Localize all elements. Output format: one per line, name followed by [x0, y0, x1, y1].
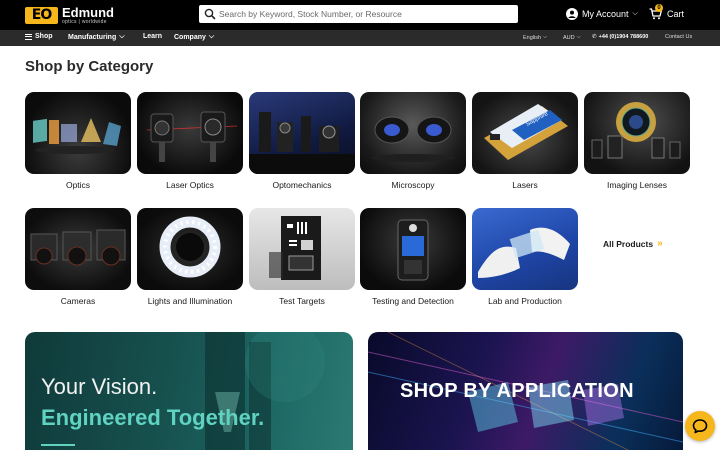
nav-company[interactable]: Company ⌵: [174, 33, 214, 41]
user-icon: [566, 8, 578, 20]
phone-icon: ✆: [592, 34, 597, 40]
imaging-lenses-image: [584, 92, 690, 174]
optics-image: [25, 92, 131, 174]
language-label: English: [523, 34, 542, 41]
nav-manufacturing[interactable]: Manufacturing ⌵: [68, 33, 125, 41]
category-lab-production[interactable]: Lab and Production: [472, 208, 578, 306]
cameras-image: [25, 208, 131, 290]
microscopy-image: [360, 92, 466, 174]
currency-label: AUD: [563, 34, 575, 41]
all-products-link[interactable]: All Products »: [603, 238, 663, 249]
lights-image: [137, 208, 243, 290]
test-targets-image: [249, 208, 355, 290]
lasers-image: Sapphire: [472, 92, 578, 174]
chevron-down-icon: ⌵: [208, 33, 215, 40]
category-label: Testing and Detection: [372, 296, 454, 306]
my-account-label: My Account: [582, 9, 629, 19]
category-label: Optics: [65, 180, 91, 190]
nav-learn[interactable]: Learn: [143, 33, 162, 40]
nav-shop[interactable]: Shop: [25, 33, 53, 40]
chat-icon: [692, 419, 708, 434]
main-nav: Shop Manufacturing ⌵ Learn Company ⌵ Eng…: [0, 30, 720, 46]
top-header: EO Edmund optics | worldwide My Account …: [0, 0, 720, 30]
nav-company-label: Company: [174, 33, 206, 41]
category-optomechanics[interactable]: Optomechanics: [249, 92, 355, 190]
banner-line-1: Your Vision.: [41, 374, 158, 399]
all-products-label: All Products: [603, 238, 654, 249]
contact-us-link[interactable]: Contact Us: [665, 34, 692, 40]
category-imaging-lenses[interactable]: Imaging Lenses: [584, 92, 690, 190]
search-bar[interactable]: [199, 5, 518, 23]
nav-shop-label: Shop: [35, 33, 53, 40]
phone-link[interactable]: ✆ +44 (0)1904 788600: [592, 34, 648, 40]
category-label: Imaging Lenses: [606, 180, 667, 190]
search-input[interactable]: [219, 9, 509, 19]
chevron-down-icon: ⌵: [576, 34, 581, 40]
category-microscopy[interactable]: Microscopy: [360, 92, 466, 190]
phone-number: +44 (0)1904 788600: [598, 34, 649, 40]
category-cameras[interactable]: Cameras: [25, 208, 131, 306]
chevron-down-icon: ⌵: [543, 34, 548, 40]
optomechanics-image: [249, 92, 355, 174]
logo-name: Edmund: [62, 5, 114, 20]
chevron-down-icon: ⌵: [119, 33, 125, 40]
category-label: Cameras: [60, 296, 96, 306]
nav-learn-label: Learn: [143, 33, 163, 40]
logo-tagline: optics | worldwide: [62, 19, 107, 25]
cart-label: Cart: [667, 9, 685, 19]
page-title: Shop by Category: [25, 58, 154, 75]
banner-title: SHOP BY APPLICATION: [400, 380, 634, 402]
category-label: Laser Optics: [166, 180, 214, 190]
my-account-menu[interactable]: My Account ⌵: [566, 8, 638, 20]
banner-line-2: Engineered Together.: [41, 405, 265, 430]
laser-optics-image: [137, 92, 243, 174]
category-lights[interactable]: Lights and Illumination: [137, 208, 243, 306]
edmund-logo[interactable]: EO Edmund optics | worldwide: [25, 6, 114, 25]
chevron-down-icon: ⌵: [632, 10, 638, 17]
testing-image: [360, 208, 466, 290]
engineered-together-banner[interactable]: Your Vision. Engineered Together.: [25, 332, 353, 450]
logo-mark: EO: [25, 7, 58, 24]
category-label: Optomechanics: [272, 180, 332, 190]
cart-button[interactable]: 0 Cart: [649, 4, 685, 20]
category-lasers[interactable]: Sapphire Lasers: [472, 92, 578, 190]
currency-selector[interactable]: AUD ⌵: [563, 34, 581, 41]
language-selector[interactable]: English ⌵: [523, 34, 547, 41]
category-optics[interactable]: Optics: [25, 92, 131, 190]
double-chevron-right-icon: »: [657, 238, 663, 249]
category-testing-detection[interactable]: Testing and Detection: [360, 208, 466, 306]
category-label: Test Targets: [279, 296, 325, 306]
category-label: Lights and Illumination: [147, 296, 233, 306]
category-label: Lab and Production: [488, 296, 562, 306]
shop-by-application-banner[interactable]: SHOP BY APPLICATION: [368, 332, 683, 450]
cart-count-badge: 0: [655, 4, 663, 12]
banner-divider: [41, 444, 75, 446]
lab-image: [472, 208, 578, 290]
nav-manufacturing-label: Manufacturing: [68, 33, 117, 41]
contact-us-label: Contact Us: [665, 34, 693, 40]
chat-button[interactable]: [685, 411, 715, 441]
menu-icon: [25, 33, 32, 40]
category-label: Lasers: [512, 180, 538, 190]
category-laser-optics[interactable]: Laser Optics: [137, 92, 243, 190]
category-label: Microscopy: [391, 180, 435, 190]
search-icon[interactable]: [203, 7, 217, 21]
category-test-targets[interactable]: Test Targets: [249, 208, 355, 306]
